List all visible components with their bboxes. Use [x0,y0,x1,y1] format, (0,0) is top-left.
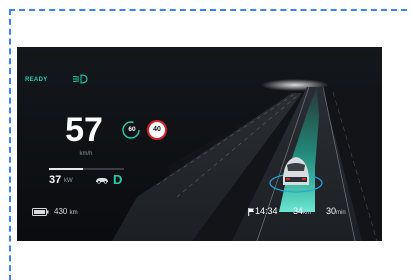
instrument-cluster: READY 57 km/h 60 40 37 kW D 430 km 14:34… [17,47,382,241]
range-value: 430 [54,207,68,216]
power-unit: kW [64,178,73,184]
distance-value: 34 [293,206,304,216]
low-beam-headlight-icon [72,74,88,84]
ready-indicator: READY [25,77,48,83]
speed-unit: km/h [79,151,93,157]
destination-flag-icon [248,208,254,216]
speed-readout: 57 [65,111,103,149]
power-bar-fill [49,168,83,170]
autopilot-set-speed: 60 [128,126,136,133]
remaining-duration: 30min [326,206,346,216]
duration-unit: min [336,210,346,216]
gear-indicator: D [113,172,123,187]
range-readout: 430 km [54,207,78,216]
distance-unit: km [303,210,312,216]
car-side-icon [96,178,108,184]
duration-value: 30 [326,206,337,216]
range-unit: km [69,210,78,216]
arrival-time: 14:34 [255,206,278,216]
battery-icon [32,208,49,216]
power-value: 37 [49,174,62,186]
remaining-distance: 34km [293,206,311,216]
speed-limit-sign: 40 [147,120,167,140]
